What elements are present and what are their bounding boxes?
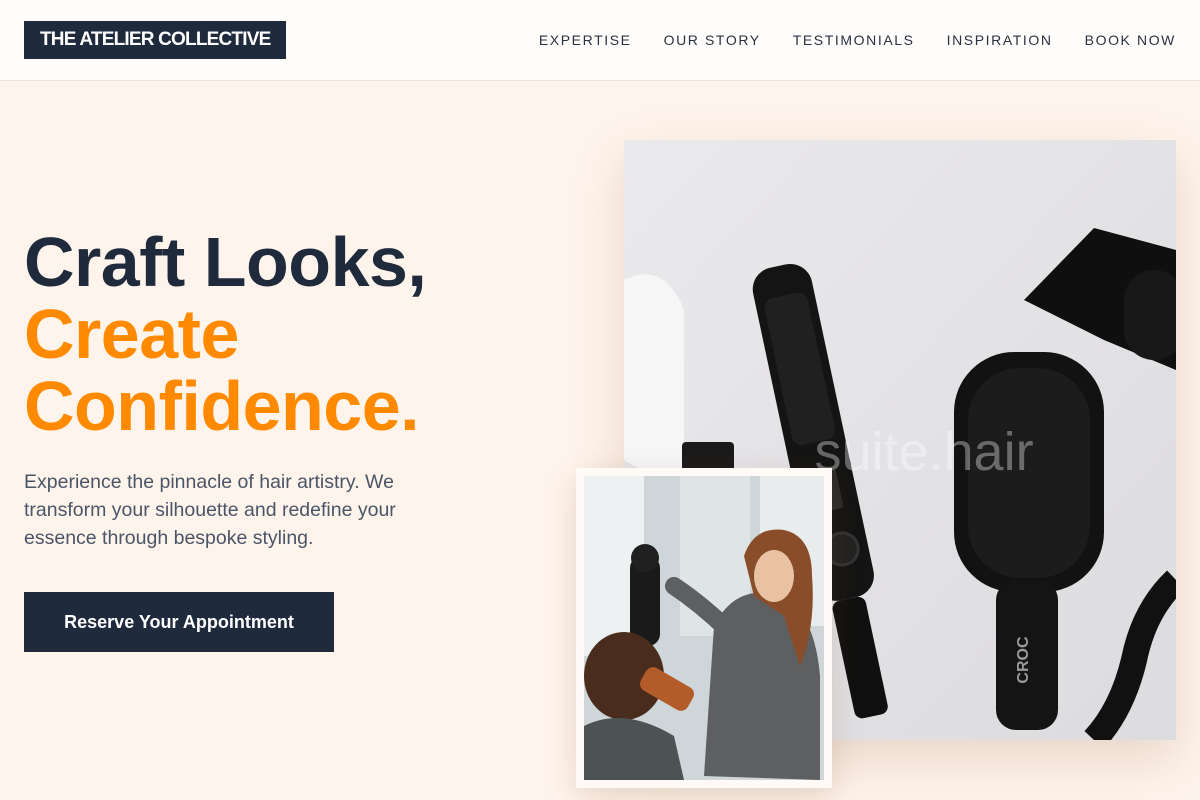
stylist-photo-frame: [576, 468, 832, 788]
nav-link-testimonials[interactable]: TESTIMONIALS: [793, 31, 915, 49]
hero-title-line-3: Confidence.: [24, 367, 420, 445]
hero-subtitle: Experience the pinnacle of hair artistry…: [24, 471, 396, 549]
hero-title-line-1: Craft Looks,: [24, 223, 427, 301]
brush-brand-mark: CROC: [1015, 636, 1032, 684]
hero-title: Craft Looks, Create Confidence.: [24, 226, 544, 442]
main-nav: EXPERTISE OUR STORY TESTIMONIALS INSPIRA…: [539, 31, 1176, 49]
site-header: THE ATELIER COLLECTIVE EXPERTISE OUR STO…: [0, 0, 1200, 81]
site-logo[interactable]: THE ATELIER COLLECTIVE: [24, 21, 287, 59]
main-watermark: suite.hair: [814, 422, 1033, 482]
hero-title-line-2: Create: [24, 295, 239, 373]
nav-link-inspiration[interactable]: INSPIRATION: [947, 31, 1053, 49]
reserve-appointment-button[interactable]: Reserve Your Appointment: [24, 592, 334, 652]
nav-link-our-story[interactable]: OUR STORY: [664, 31, 761, 49]
nav-link-expertise[interactable]: EXPERTISE: [539, 31, 632, 49]
stylist-photo: [584, 476, 824, 780]
nav-link-book-now[interactable]: BOOK NOW: [1085, 31, 1176, 49]
